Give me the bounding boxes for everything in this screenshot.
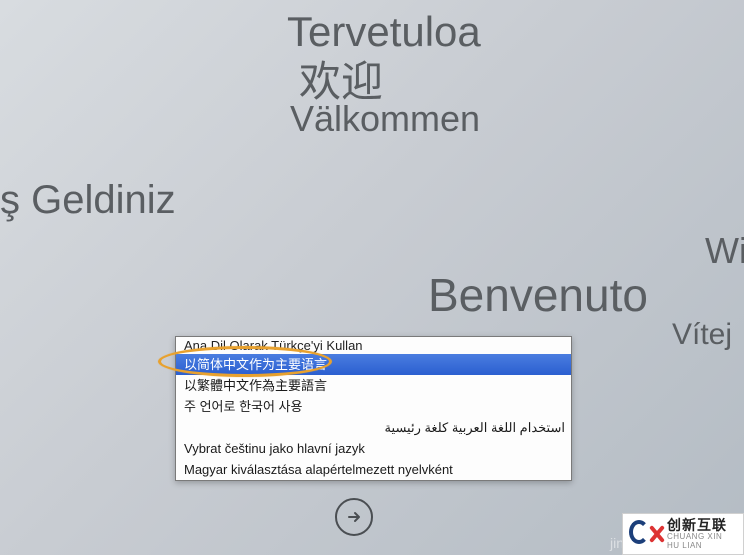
cx-logo-icon [629,518,661,550]
language-option[interactable]: Vybrat češtinu jako hlavní jazyk [176,438,571,459]
language-option[interactable]: Magyar kiválasztása alapértelmezett nyel… [176,459,571,480]
corner-watermark: 创新互联 CHUANG XIN HU LIAN [622,513,744,555]
language-option[interactable]: 以简体中文作为主要语言 [176,354,571,375]
language-option[interactable]: استخدام اللغة العربية كلغة رئيسية [176,417,571,438]
welcome-word: Välkommen [290,98,480,140]
welcome-word: Vítej [672,318,732,352]
welcome-word: Wi [705,230,744,272]
continue-button[interactable] [335,498,373,536]
language-listbox[interactable]: Ana Dil Olarak Türkçe'yi Kullan 以简体中文作为主… [175,336,572,481]
welcome-word: Benvenuto [428,268,648,322]
language-option-cutoff[interactable]: Ana Dil Olarak Türkçe'yi Kullan [176,337,571,354]
arrow-right-icon [346,509,362,525]
language-option[interactable]: 以繁體中文作為主要語言 [176,375,571,396]
corner-watermark-subtitle: CHUANG XIN HU LIAN [667,533,737,551]
corner-watermark-title: 创新互联 [667,518,737,533]
language-option[interactable]: 주 언어로 한국어 사용 [176,396,571,417]
welcome-word: ş Geldiniz [0,178,176,223]
